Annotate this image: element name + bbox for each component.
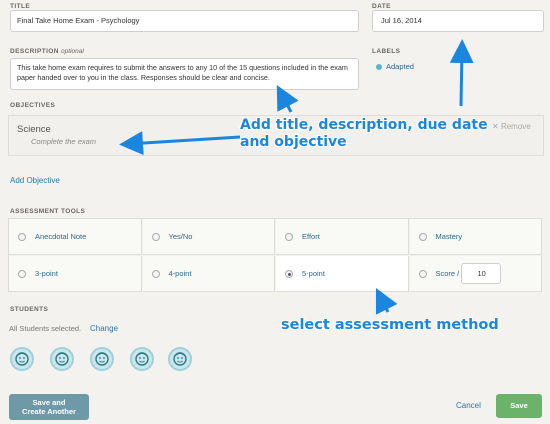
arrow-to-date (449, 39, 474, 107)
arrow-to-assessment (375, 287, 398, 315)
arrow-to-description (276, 85, 299, 113)
arrow-to-objective (119, 131, 241, 156)
annotation-top: Add title, description, due date and obj… (240, 117, 520, 151)
annotation-top-line1: Add title, description, due date (240, 117, 488, 133)
annotation-arrows (119, 39, 474, 315)
annotation-top-line2: and objective (240, 134, 347, 150)
annotation-bottom: select assessment method (281, 317, 499, 333)
